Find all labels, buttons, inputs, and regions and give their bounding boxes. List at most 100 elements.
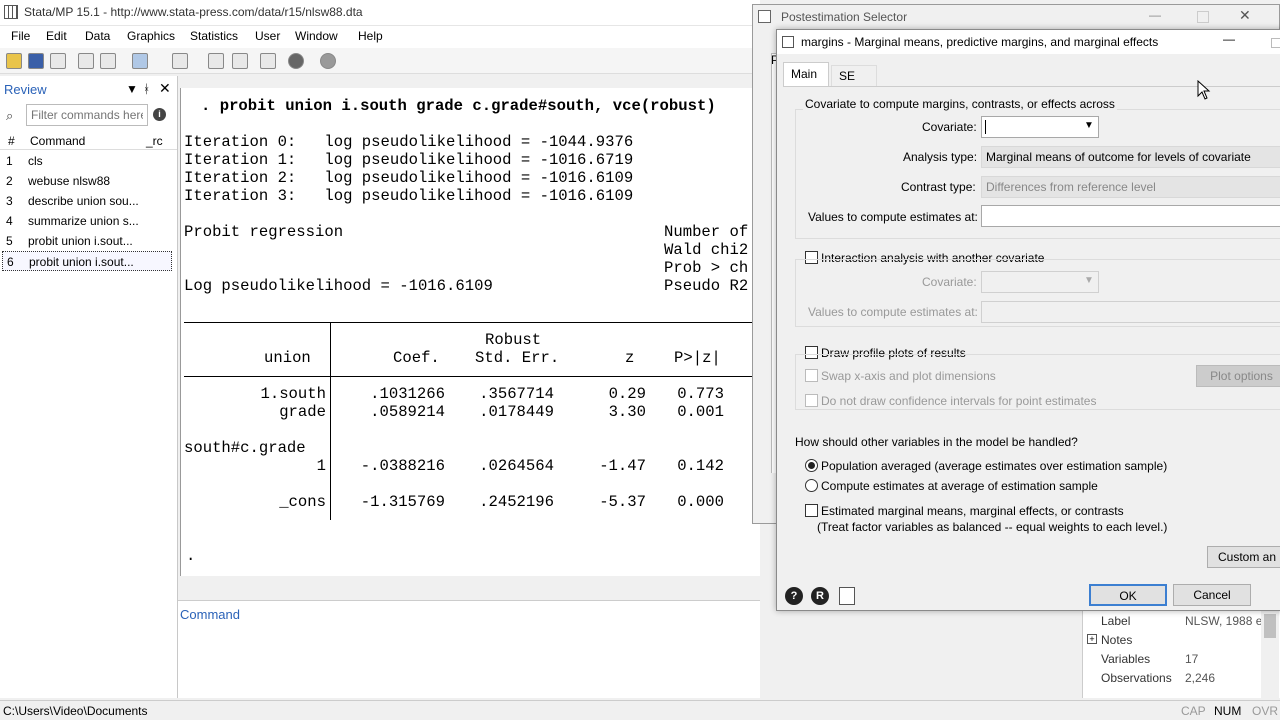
review-item[interactable]: 6 probit union i.sout... [2,251,172,271]
average-estimates-radio[interactable] [805,479,818,492]
header-coef: Coef. [393,349,440,367]
review-item-number: 1 [6,154,13,168]
int-values-input[interactable] [981,301,1280,323]
tab-se[interactable]: SE [831,65,877,86]
data-editor-icon[interactable] [208,53,224,69]
open-icon[interactable] [6,53,22,69]
tab-main[interactable]: Main [783,62,829,86]
menu-data[interactable]: Data [85,29,110,43]
cancel-button[interactable]: Cancel [1173,584,1251,606]
estimated-marginal-label: Estimated marginal means, marginal effec… [821,504,1124,518]
header-p: P>|z| [674,349,721,367]
contrast-type-combo[interactable]: Differences from reference level [981,176,1280,198]
analysis-type-combo[interactable]: Marginal means of outcome for levels of … [981,146,1280,168]
pin-icon[interactable]: ᚼ [143,82,150,96]
menu-edit[interactable]: Edit [46,29,67,43]
col-rc-header[interactable]: _rc [146,134,163,148]
swap-axis-checkbox[interactable] [805,369,818,382]
coef-table-z: 0.29 [608,385,646,403]
review-item-command: describe union sou... [28,194,139,208]
caps-indicator: CAP [1181,704,1206,718]
coef-table-z: 3.30 [608,403,646,421]
col-command-header[interactable]: Command [30,134,85,148]
review-item-number: 5 [6,234,13,248]
break-icon[interactable] [320,53,336,69]
info-icon[interactable]: i [153,108,166,121]
no-ci-checkbox[interactable] [805,394,818,407]
viewer-icon[interactable] [100,53,116,69]
results-prompt: . [186,547,196,565]
menu-graphics[interactable]: Graphics [127,29,175,43]
coef-table-p: 0.000 [677,493,724,511]
int-covariate-combo[interactable]: ▼ [981,271,1099,293]
help-icon[interactable]: ? [785,587,803,605]
log-icon[interactable] [78,53,94,69]
coef-table-p: 0.142 [677,457,724,475]
variables-manager-icon[interactable] [260,53,276,69]
property-value: NLSW, 1988 ex [1185,614,1269,628]
close-icon[interactable]: ✕ [159,80,171,97]
coef-table-se: .0178449 [479,403,554,421]
more-icon[interactable] [288,53,304,69]
review-item-number: 3 [6,194,13,208]
covariate-combo[interactable]: ▼ [981,116,1099,138]
stata-app-icon [4,5,18,19]
save-icon[interactable] [28,53,44,69]
review-item-command: probit union i.sout... [28,234,133,248]
minimize-icon[interactable]: — [1149,8,1161,22]
menu-window[interactable]: Window [295,29,338,43]
chevron-down-icon[interactable]: ▼ [1084,120,1094,131]
menu-help[interactable]: Help [358,29,383,43]
header-std-err: Std. Err. [475,349,560,367]
population-averaged-radio[interactable] [805,459,818,472]
review-item[interactable]: 5 probit union i.sout... [2,231,172,251]
coef-table-p: 0.001 [677,403,724,421]
menu-user[interactable]: User [255,29,280,43]
results-window: . probit union i.south grade c.grade#sou… [180,88,760,576]
print-icon[interactable] [50,53,66,69]
review-item-number: 2 [6,174,13,188]
review-item[interactable]: 3 describe union sou... [2,191,172,211]
do-file-editor-icon[interactable] [172,53,188,69]
dialog-title-bar: margins - Marginal means, predictive mar… [777,30,1280,54]
coef-table-se: .0264564 [479,457,554,475]
menu-file[interactable]: File [11,29,30,43]
menu-statistics[interactable]: Statistics [190,29,238,43]
contrast-type-label: Contrast type: [901,180,976,194]
values-label: Values to compute estimates at: [808,210,978,224]
dialog-window-icon [782,36,794,48]
coef-table-coef: .1031266 [370,385,445,403]
handle-variables-label: How should other variables in the model … [795,435,1078,449]
property-value: 2,246 [1185,671,1216,685]
plot-options-button[interactable]: Plot options [1196,365,1280,387]
review-item[interactable]: 1 cls [2,151,172,171]
custom-button[interactable]: Custom an [1207,546,1280,568]
coef-table-z: -5.37 [599,493,646,511]
copy-icon[interactable] [839,587,855,605]
maximize-icon[interactable] [1197,11,1209,23]
review-item[interactable]: 2 webuse nlsw88 [2,171,172,191]
close-icon[interactable]: ✕ [1239,7,1251,24]
coef-table-se: .3567714 [479,385,554,403]
expand-icon[interactable]: + [1087,634,1097,644]
command-window[interactable]: Command [178,600,760,698]
filter-icon[interactable]: ▼ [126,82,138,96]
chevron-down-icon[interactable]: ▼ [1084,275,1094,286]
maximize-icon[interactable] [1271,38,1280,48]
data-browser-icon[interactable] [232,53,248,69]
scrollbar-thumb[interactable] [1264,614,1276,638]
filter-commands-input[interactable] [26,104,148,126]
reset-icon[interactable]: R [811,587,829,605]
minimize-icon[interactable]: — [1223,32,1235,46]
properties-scrollbar[interactable] [1261,610,1279,698]
col-number-header[interactable]: # [8,134,15,148]
int-values-label: Values to compute estimates at: [808,305,978,319]
coef-table-coef: -.0388216 [360,457,445,475]
review-item[interactable]: 4 summarize union s... [2,211,172,231]
estimated-marginal-checkbox[interactable] [805,504,818,517]
num-indicator: NUM [1214,704,1242,718]
values-input[interactable] [981,205,1280,227]
text-caret [985,120,986,134]
ok-button[interactable]: OK [1089,584,1167,606]
graph-icon[interactable] [132,53,148,69]
